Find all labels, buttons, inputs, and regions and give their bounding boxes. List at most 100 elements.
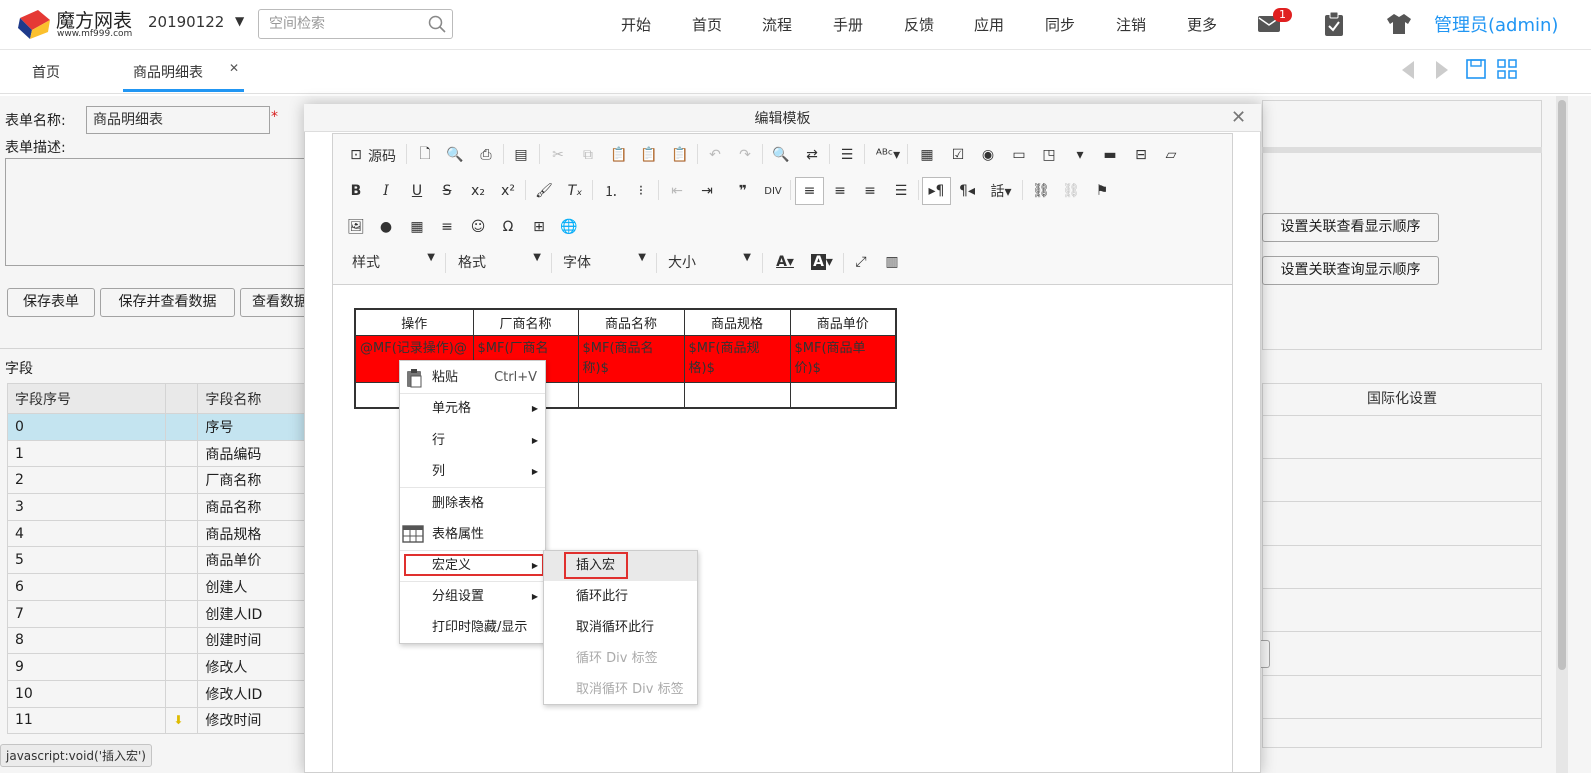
template-header-cell[interactable]: 商品规格 <box>683 308 791 336</box>
replace-icon[interactable]: ⇄ <box>800 143 824 167</box>
template-header-cell[interactable]: 商品名称 <box>577 308 685 336</box>
remove-format-icon[interactable]: Tₓ <box>563 179 587 203</box>
nav-home[interactable]: 首页 <box>692 14 722 35</box>
align-right-icon[interactable]: ≡ <box>858 179 882 203</box>
submenu-loop-row[interactable]: 循环此行 <box>544 581 697 612</box>
source-icon[interactable]: ⊡ <box>344 143 368 167</box>
size-combo[interactable]: 大小 ▼ <box>660 252 755 274</box>
submenu-cancel-loop-row[interactable]: 取消循环此行 <box>544 612 697 643</box>
iframe-globe-icon[interactable]: 🌐 <box>557 215 581 239</box>
outdent-icon[interactable]: ⇤ <box>665 179 689 203</box>
template-header-cell[interactable]: 厂商名称 <box>472 308 579 336</box>
template-header-cell[interactable]: 操作 <box>354 308 474 336</box>
unlink-icon[interactable]: ⛓ <box>1059 179 1083 203</box>
image-icon[interactable]: 🖼 <box>344 215 368 239</box>
nav-apps[interactable]: 应用 <box>974 14 1004 35</box>
blockquote-icon[interactable]: ❞ <box>731 179 755 203</box>
image-button-icon[interactable]: ⊟ <box>1129 143 1153 167</box>
menu-table-properties[interactable]: 表格属性 <box>400 519 545 550</box>
menu-cell[interactable]: 单元格 ▶ <box>400 393 545 424</box>
caret-down-icon[interactable]: ▼ <box>235 14 244 28</box>
underline-icon[interactable]: U <box>405 179 429 203</box>
align-left-icon[interactable]: ≡ <box>795 177 824 205</box>
space-selector[interactable]: 20190122 <box>148 13 224 31</box>
nav-more[interactable]: 更多 <box>1187 14 1217 35</box>
undo-icon[interactable]: ↶ <box>703 143 727 167</box>
nav-start[interactable]: 开始 <box>621 14 651 35</box>
superscript-icon[interactable]: x² <box>496 179 520 203</box>
nav-feedback[interactable]: 反馈 <box>904 14 934 35</box>
clipboard-icon[interactable] <box>1323 11 1345 37</box>
redo-icon[interactable]: ↷ <box>733 143 757 167</box>
paste-text-icon[interactable]: 📋 <box>637 143 661 167</box>
menu-delete-table[interactable]: 删除表格 <box>400 488 545 519</box>
menu-print-toggle[interactable]: 打印时隐藏/显示 <box>400 612 545 643</box>
indent-icon[interactable]: ⇥ <box>695 179 719 203</box>
select-field-icon[interactable]: ▾ <box>1068 143 1092 167</box>
grid-icon[interactable] <box>1496 58 1518 80</box>
table-icon[interactable]: ▦ <box>405 215 429 239</box>
align-justify-icon[interactable]: ☰ <box>889 179 913 203</box>
select-all-icon[interactable]: ☰ <box>835 143 859 167</box>
search-icon[interactable] <box>428 15 446 33</box>
print-icon[interactable]: ⎙ <box>474 143 498 167</box>
hidden-field-icon[interactable]: ▱ <box>1159 143 1183 167</box>
anchor-flag-icon[interactable]: ⚑ <box>1090 179 1114 203</box>
checkbox-icon[interactable]: ☑ <box>946 143 970 167</box>
tab-goods-detail[interactable]: 商品明细表 <box>133 62 203 82</box>
styles-combo[interactable]: 样式 ▼ <box>344 252 439 274</box>
text-field-icon[interactable]: ▭ <box>1007 143 1031 167</box>
template-macro-cell[interactable]: $MF(商品规格)$ <box>683 334 791 383</box>
skin-shirt-icon[interactable] <box>1386 13 1412 35</box>
smiley-icon[interactable]: ☺ <box>466 215 490 239</box>
radio-icon[interactable]: ◉ <box>976 143 1000 167</box>
link-icon[interactable]: ⛓ <box>1029 179 1053 203</box>
menu-group-settings[interactable]: 分组设置 ▶ <box>400 581 545 612</box>
bg-color-icon[interactable]: A ▾ <box>807 250 837 274</box>
subscript-icon[interactable]: x₂ <box>466 179 490 203</box>
modal-close-icon[interactable]: ✕ <box>1231 107 1246 128</box>
tabs-next-icon[interactable] <box>1432 58 1452 82</box>
nav-flow[interactable]: 流程 <box>762 14 792 35</box>
template-empty-cell[interactable] <box>683 381 791 409</box>
preview-icon[interactable]: 🔍 <box>443 143 467 167</box>
user-name[interactable]: 管理员(admin) <box>1434 11 1558 37</box>
cut-icon[interactable]: ✂ <box>546 143 570 167</box>
nav-manual[interactable]: 手册 <box>833 14 863 35</box>
maximize-icon[interactable]: ⤢ <box>849 250 873 274</box>
paste-icon[interactable]: 📋 <box>607 143 631 167</box>
form-icon[interactable]: ▦ <box>915 143 939 167</box>
page-break-icon[interactable]: ⊞ <box>527 215 551 239</box>
bullet-list-icon[interactable]: ⁝ <box>629 179 653 203</box>
copy-icon[interactable]: ⧉ <box>576 143 600 167</box>
ltr-icon[interactable]: ▸¶ <box>922 177 951 205</box>
menu-row[interactable]: 行 ▶ <box>400 425 545 456</box>
horizontal-rule-icon[interactable]: ≡ <box>435 215 459 239</box>
text-color-icon[interactable]: A▾ <box>770 250 800 274</box>
align-center-icon[interactable]: ≡ <box>828 179 852 203</box>
format-combo[interactable]: 格式 ▼ <box>450 252 545 274</box>
language-icon[interactable]: 話▾ <box>986 179 1016 203</box>
tab-home[interactable]: 首页 <box>32 62 60 82</box>
div-container-icon[interactable]: DIV <box>761 179 785 203</box>
template-header-cell[interactable]: 商品单价 <box>789 308 897 336</box>
new-page-icon[interactable]: 🗋 <box>413 143 437 167</box>
strike-icon[interactable]: S <box>435 179 459 203</box>
numbered-list-icon[interactable]: ⒈ <box>599 179 623 203</box>
paste-word-icon[interactable]: 📋 <box>668 143 692 167</box>
copy-format-icon[interactable]: 🖌 <box>532 179 556 203</box>
menu-column[interactable]: 列 ▶ <box>400 456 545 487</box>
nav-sync[interactable]: 同步 <box>1045 14 1075 35</box>
templates-icon[interactable]: ▤ <box>509 143 533 167</box>
template-empty-cell[interactable] <box>577 381 685 409</box>
font-combo[interactable]: 字体 ▼ <box>555 252 650 274</box>
show-blocks-icon[interactable]: ▥ <box>880 250 904 274</box>
save-icon[interactable] <box>1465 58 1487 80</box>
rtl-icon[interactable]: ¶◂ <box>955 179 979 203</box>
textarea-icon[interactable]: ◳ <box>1037 143 1061 167</box>
italic-icon[interactable]: I <box>374 179 398 203</box>
space-search-input[interactable]: 空间检索 <box>258 9 453 39</box>
tabs-prev-icon[interactable] <box>1398 58 1418 82</box>
template-macro-cell[interactable]: $MF(商品单价)$ <box>789 334 897 383</box>
flash-icon[interactable]: ● <box>374 215 398 239</box>
